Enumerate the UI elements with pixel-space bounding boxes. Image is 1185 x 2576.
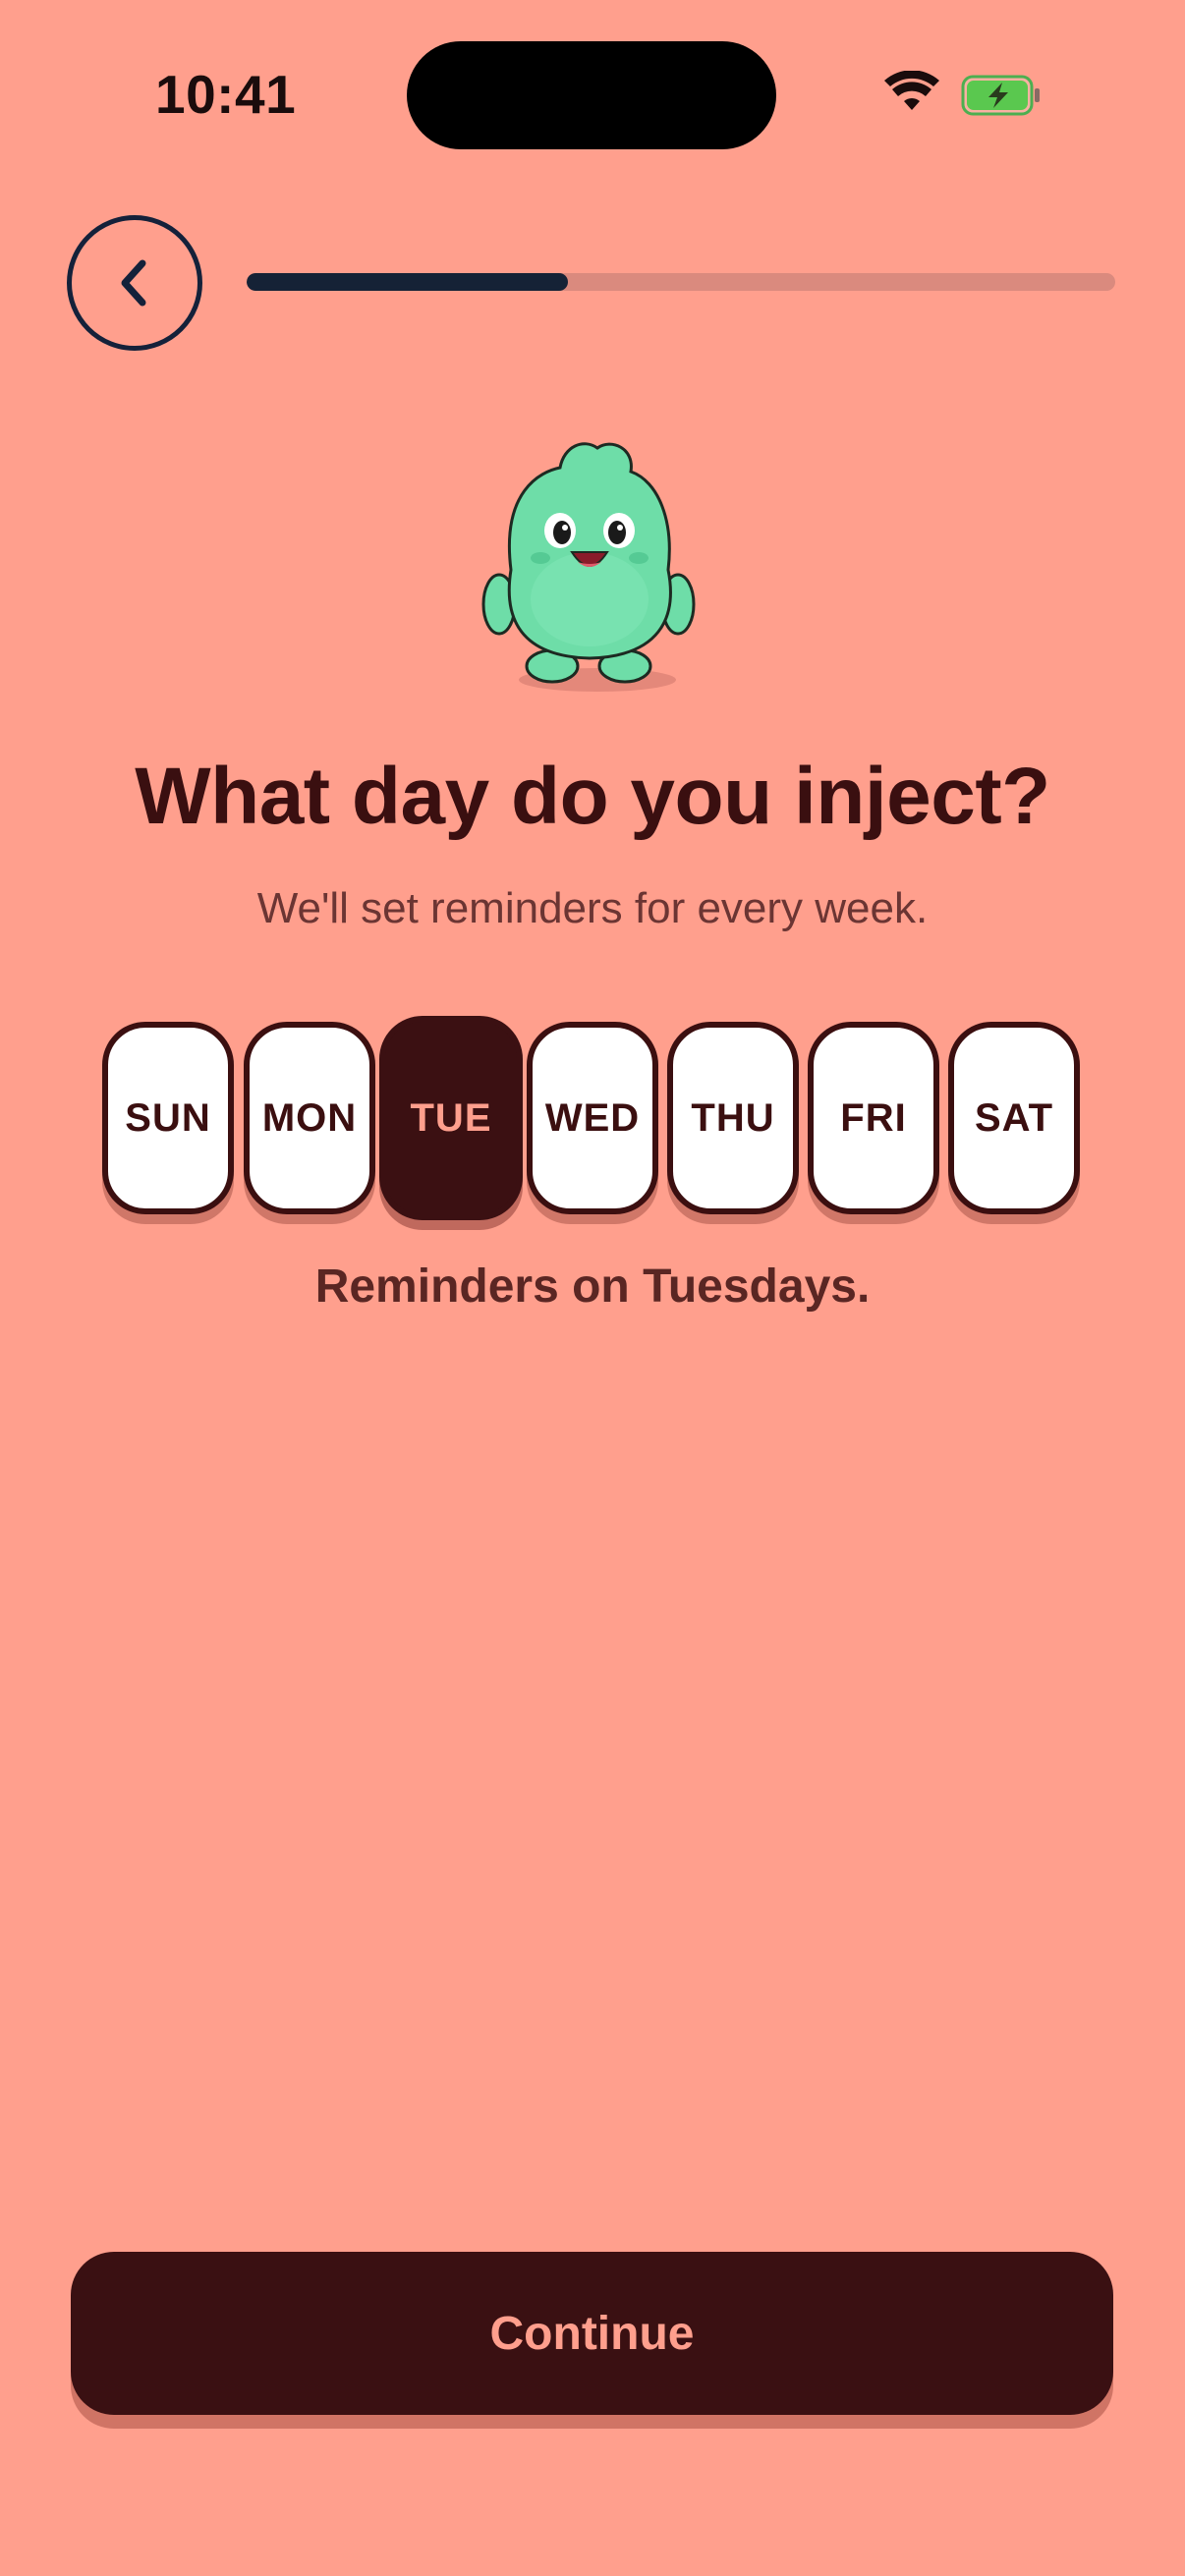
chevron-left-icon (121, 259, 146, 307)
continue-button[interactable]: Continue (71, 2252, 1113, 2415)
dynamic-island (407, 41, 776, 149)
day-option-fri[interactable]: FRI (808, 1022, 939, 1214)
day-label: SUN (125, 1095, 211, 1140)
day-option-thu[interactable]: THU (667, 1022, 799, 1214)
onboarding-screen: 10:41 What day do you inject? We'll set … (0, 0, 1185, 2576)
continue-label: Continue (489, 2307, 695, 2360)
day-option-sun[interactable]: SUN (102, 1022, 234, 1214)
back-button[interactable] (67, 215, 202, 351)
reminder-text: Reminders on Tuesdays. (314, 1260, 871, 1313)
page-subtitle: We'll set reminders for every week. (256, 884, 929, 932)
status-time: 10:41 (155, 64, 297, 125)
battery-icon (961, 75, 1040, 116)
day-option-wed[interactable]: WED (527, 1022, 658, 1214)
wifi-icon (884, 71, 939, 110)
day-option-sat[interactable]: SAT (948, 1022, 1080, 1214)
day-label: SAT (974, 1095, 1054, 1140)
day-label: THU (691, 1095, 775, 1140)
day-option-mon[interactable]: MON (244, 1022, 375, 1214)
page-title: What day do you inject? (135, 752, 1050, 841)
progress-fill (247, 273, 569, 291)
mascot-illustration (481, 442, 696, 692)
day-option-tue[interactable]: TUE (379, 1016, 523, 1220)
day-label: WED (544, 1095, 641, 1140)
day-label: FRI (840, 1095, 907, 1140)
day-label: MON (261, 1095, 358, 1140)
day-label: TUE (410, 1095, 492, 1140)
progress-bar (247, 273, 1115, 291)
day-selector: SUN MON TUE WED THU FRI SAT (102, 1016, 1085, 1222)
